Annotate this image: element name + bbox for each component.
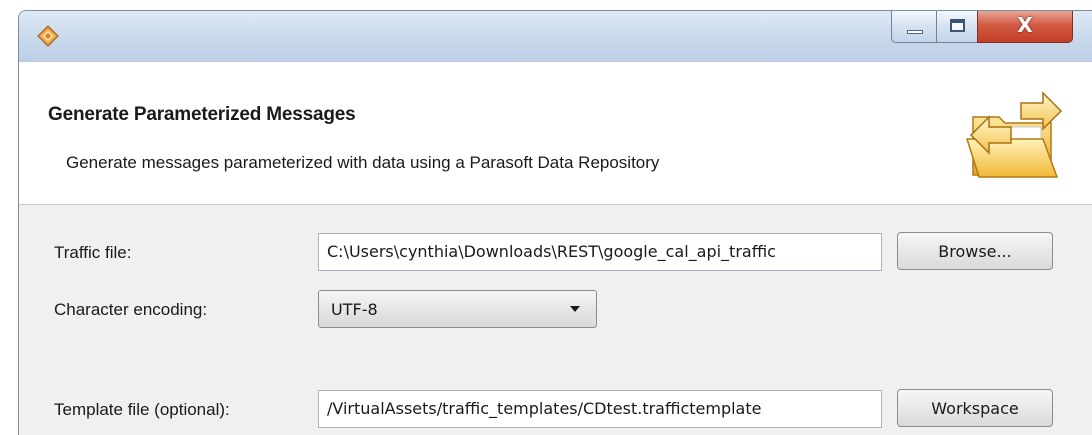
character-encoding-select[interactable]: UTF-8 bbox=[318, 290, 597, 328]
maximize-button[interactable] bbox=[936, 11, 978, 43]
title-bar[interactable]: X bbox=[19, 11, 1092, 61]
traffic-file-input[interactable]: C:\Users\cynthia\Downloads\REST\google_c… bbox=[318, 233, 882, 271]
parasoft-diamond-icon bbox=[37, 25, 59, 47]
page-description: Generate messages parameterized with dat… bbox=[66, 153, 660, 172]
browse-button[interactable]: Browse... bbox=[897, 232, 1053, 270]
dialog-window: X Generate Parameterized Messages Genera… bbox=[18, 10, 1092, 435]
maximize-icon bbox=[950, 19, 965, 32]
traffic-file-label: Traffic file: bbox=[54, 243, 132, 262]
close-icon: X bbox=[1017, 13, 1033, 37]
minimize-button[interactable] bbox=[891, 11, 937, 43]
template-file-label: Template file (optional): bbox=[54, 400, 230, 419]
close-button[interactable]: X bbox=[977, 11, 1073, 43]
minimize-icon bbox=[907, 30, 923, 34]
workspace-button[interactable]: Workspace bbox=[897, 389, 1053, 427]
chevron-down-icon bbox=[570, 306, 580, 312]
character-encoding-value: UTF-8 bbox=[331, 300, 378, 319]
wizard-header: Generate Parameterized Messages Generate… bbox=[19, 61, 1092, 205]
template-file-input[interactable]: /VirtualAssets/traffic_templates/CDtest.… bbox=[318, 390, 882, 428]
character-encoding-label: Character encoding: bbox=[54, 300, 208, 319]
page-title: Generate Parameterized Messages bbox=[48, 104, 356, 125]
folder-arrows-icon bbox=[965, 91, 1063, 178]
